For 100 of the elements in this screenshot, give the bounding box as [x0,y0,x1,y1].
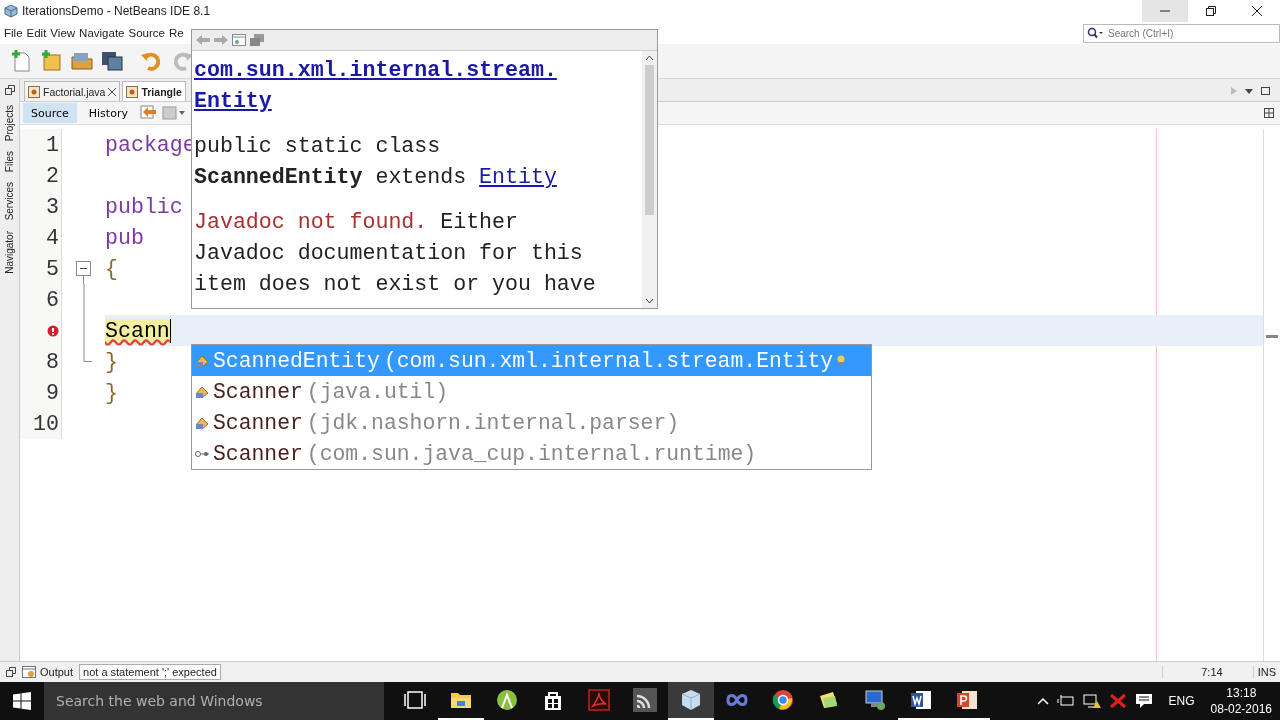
clock-date[interactable]: 08-02-2016 [1210,701,1272,717]
taskbar-app[interactable] [668,682,714,720]
code-text: } [105,349,118,374]
back-icon[interactable] [139,105,158,121]
power-icon[interactable] [1056,693,1075,709]
split-icon[interactable] [1264,108,1274,118]
copy-icon[interactable] [250,34,264,46]
robot-icon [495,688,519,712]
taskbar-search-field[interactable]: Search the web and Windows [44,682,384,720]
line-number: 3 [46,194,59,219]
status-message: not a statement ';' expected [79,664,221,680]
completion-name: Scanner [213,379,303,404]
view-tab[interactable]: Source [23,103,77,123]
class-signature: public static class [194,133,442,160]
completion-package: (com.sun.java_cup.internal.runtime) [306,441,757,466]
completion-name: Scanner [213,441,303,466]
chevron-up-icon[interactable] [1036,697,1049,705]
java-file-icon [126,85,139,98]
line-number: 5 [46,256,59,281]
line-number: 1 [46,132,59,157]
completion-package: (java.util) [306,379,449,404]
network-icon[interactable] [1082,693,1101,709]
completion-package: (com.sun.xml.internal.stream.Entity [383,348,834,373]
close-icon [1252,6,1262,16]
maximize-icon[interactable] [1261,87,1270,95]
menu-item[interactable]: View [48,27,78,39]
line-number: 2 [46,163,59,188]
sidebar-tab[interactable]: Files [4,151,15,173]
line-number: 4 [46,225,59,250]
code-text: public [105,194,183,219]
scroll-up-icon[interactable] [645,55,654,61]
menu-item[interactable]: File [2,27,25,39]
word-icon [909,688,933,712]
windows-icon [13,692,31,710]
sidebar-tab[interactable]: Navigator [4,230,15,274]
completion-item[interactable]: Scanner (java.util) [192,376,871,407]
java-file-icon [28,85,40,98]
monitor-icon [863,688,887,712]
close-icon[interactable] [108,87,117,96]
cube-icon [4,4,18,18]
menu-item[interactable]: Navigate [77,27,127,39]
completion-item[interactable]: Scanner (jdk.nashorn.internal.parser) [192,407,871,438]
tab-label: Triangle [141,85,182,98]
scroll-down-icon[interactable] [645,298,654,304]
code-text: } [105,380,118,405]
completion-package: (jdk.nashorn.internal.parser) [306,410,680,435]
signal-icon [633,688,657,712]
completion-item[interactable]: Scanner (com.sun.java_cup.internal.runtime) [192,438,871,469]
restore-icon [1206,6,1216,16]
volume-muted-icon[interactable] [1108,693,1127,709]
save-icon[interactable] [100,49,124,73]
menu-item[interactable]: Re [166,27,186,39]
cursor-position: 7:14 [1161,666,1247,678]
new-project-icon[interactable] [40,49,64,73]
slides-icon [955,688,979,712]
code-text: pub [105,225,144,250]
view-tab[interactable]: History [80,103,136,123]
javadoc-message: Javadoc not found. Either Javadoc documentation for this item does not exist or you have [194,209,597,298]
search-field[interactable]: Search (Ctrl+I) [1083,23,1280,43]
sidebar-tab[interactable]: Services [4,182,15,221]
class-icon [195,415,209,430]
output-icon [22,666,36,678]
notification-icon[interactable] [1134,693,1153,709]
window-title: IterationsDemo - NetBeans IDE 8.1 [22,4,211,18]
output-label: Output [40,666,74,678]
line-number: 6 [46,287,59,312]
sidebar-tab[interactable]: Projects [4,105,15,142]
caret-down-icon[interactable] [1245,88,1253,94]
browser-icon [771,688,795,712]
scrollbar[interactable] [642,51,657,308]
task-view-icon [403,688,427,712]
line-number: 8 [46,349,59,374]
class-icon [195,353,209,368]
package-link[interactable]: com.sun.xml.internal.stream.Entity [194,55,614,117]
restore-icon [6,667,16,677]
menu-item[interactable]: Edit [24,27,49,39]
menu-item[interactable]: Source [126,27,167,39]
document-icon [587,688,611,712]
completion-name: Scanner [213,410,303,435]
code-text: Scann [105,318,170,343]
line-number: 10 [33,411,59,436]
language-indicator[interactable]: ENG [1168,694,1195,708]
browser-window-icon[interactable] [232,34,246,46]
line-number: 9 [46,380,59,405]
code-text: { [105,256,118,281]
clock-time[interactable]: 13:18 [1226,685,1257,701]
scroll-thumb[interactable] [645,65,654,215]
code-text: package [105,132,196,157]
class-link[interactable]: Entity [479,165,557,189]
cube-icon [679,688,703,712]
insert-mode: INS [1252,666,1280,678]
tab-label: Factorial.java [43,85,106,98]
completion-name: ScannedEntity [213,348,380,373]
output-tab[interactable]: Output [22,666,74,678]
class-declaration: ScannedEntity extends [194,165,467,189]
search-icon[interactable] [1087,26,1103,39]
class-icon [195,384,209,399]
editor-tab[interactable]: Factorial.java [24,81,121,101]
restore-icon [4,85,15,95]
editor-tab[interactable]: Triangle [122,81,186,101]
